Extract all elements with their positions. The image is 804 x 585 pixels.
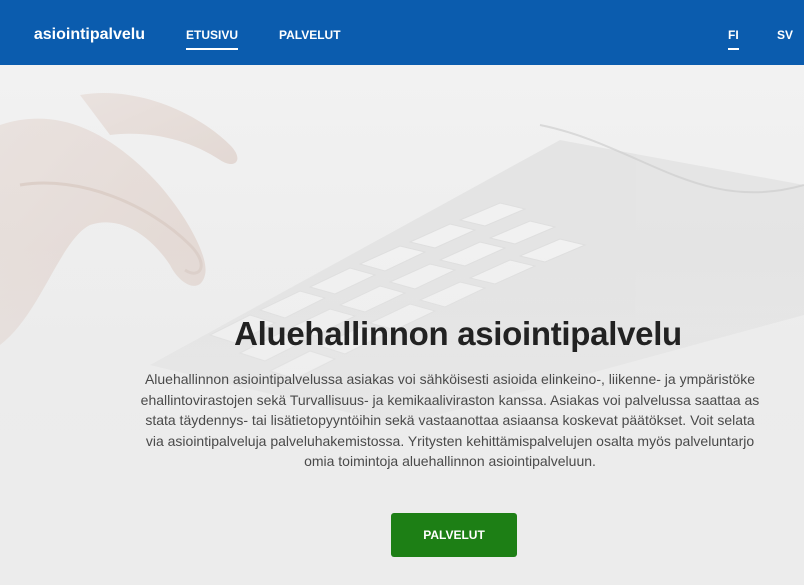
page: asiointipalvelu ETUSIVU PALVELUT FI SV A…: [0, 0, 804, 585]
language-sv[interactable]: SV: [777, 28, 793, 42]
top-navbar: asiointipalvelu ETUSIVU PALVELUT FI SV: [0, 0, 804, 65]
nav-etusivu[interactable]: ETUSIVU: [186, 28, 239, 50]
language-fi[interactable]: FI: [728, 28, 739, 50]
palvelut-button[interactable]: PALVELUT: [391, 513, 517, 557]
hero-description-line: Aluehallinnon asiointipalvelussa asiakas…: [144, 371, 756, 387]
hero-description-line: omia toimintoja aluehallinnon asiointipa…: [304, 453, 596, 470]
hero-description: Aluehallinnon asiointipalvelussa asiakas…: [0, 369, 804, 472]
brand-logo[interactable]: asiointipalvelu: [0, 26, 150, 46]
hero-description-line: ehallintovirastojen sekä Turvallisuus- j…: [140, 391, 760, 408]
hero-title: Aluehallinnon asiointipalvelu: [234, 315, 682, 352]
brand-title[interactable]: asiointipalvelu: [34, 26, 145, 44]
hero-description-line: stata täydennys- tai lisätietopyyntöihin…: [145, 412, 755, 429]
hero-description-line: via asiointipalveluja palveluhakemistoss…: [145, 432, 755, 449]
nav-palvelut[interactable]: PALVELUT: [279, 28, 341, 42]
hero-section: Aluehallinnon asiointipalvelu Aluehallin…: [0, 65, 804, 585]
